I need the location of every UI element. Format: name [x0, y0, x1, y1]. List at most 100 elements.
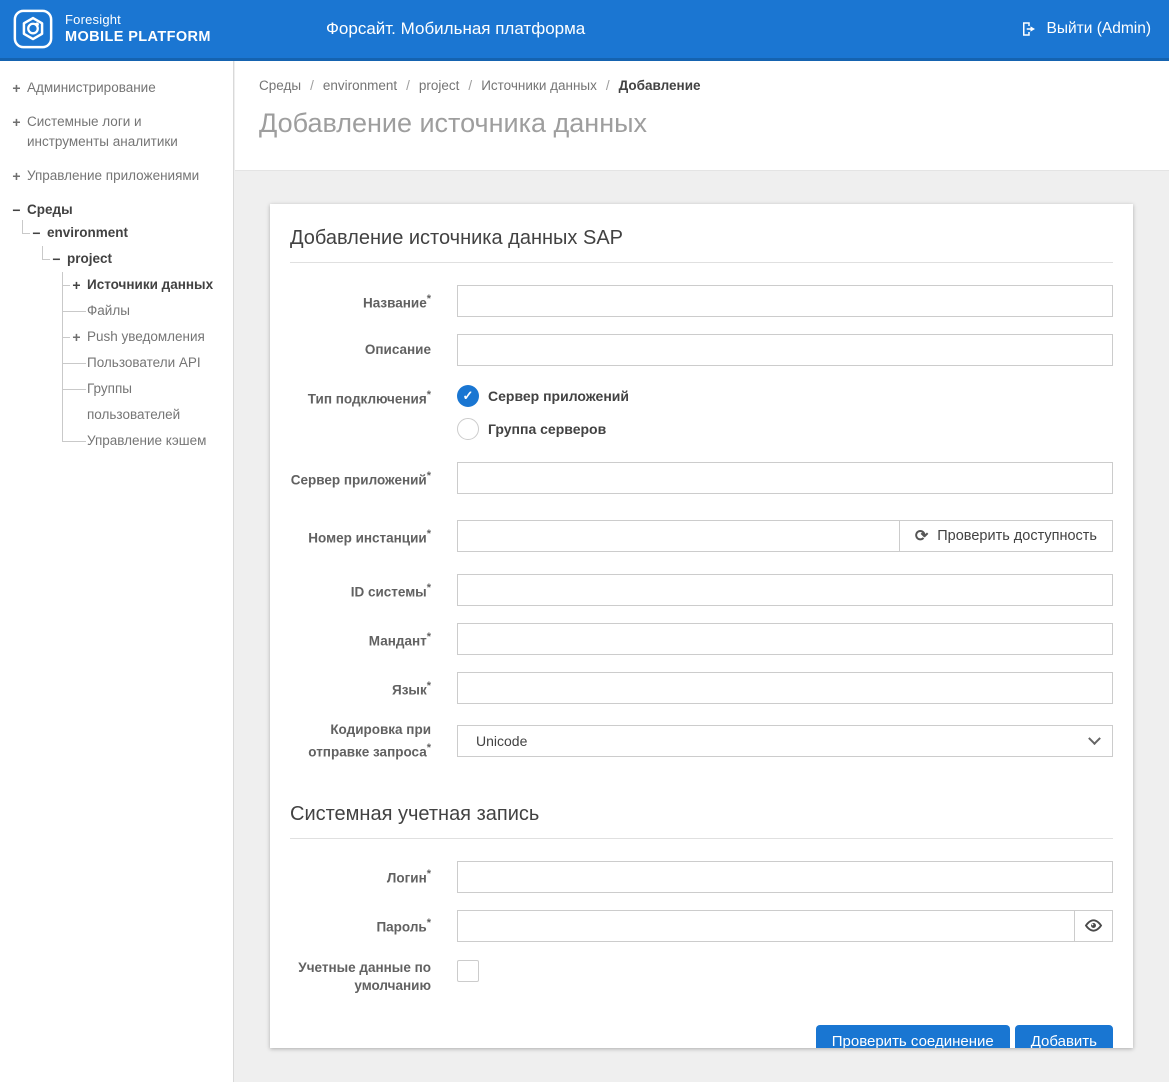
tree-children: + Источники данных Файлы [50, 272, 227, 454]
radio-app-server-label: Сервер приложений [488, 388, 629, 404]
logout-label: Выйти (Admin) [1047, 20, 1151, 38]
instance-number-input[interactable] [457, 520, 900, 552]
show-password-button[interactable] [1074, 910, 1113, 942]
collapse-icon[interactable]: − [30, 220, 43, 246]
name-label-text: Название [363, 295, 427, 310]
app-server-input[interactable] [457, 462, 1113, 494]
tree-row[interactable]: Пользователи API [70, 350, 227, 376]
expand-icon[interactable]: + [70, 324, 83, 350]
expand-icon[interactable]: + [10, 112, 23, 132]
collapse-icon[interactable]: − [50, 246, 63, 272]
encoding-label-text: Кодировка при отправке запроса [308, 722, 431, 760]
tree-row[interactable]: + Управление приложениями [10, 166, 227, 186]
radio-unselected-icon[interactable] [457, 418, 479, 440]
encoding-select[interactable]: Unicode [457, 725, 1113, 757]
tree-row[interactable]: + Push уведомления [70, 324, 227, 350]
breadcrumb-separator: / [310, 78, 314, 93]
name-input[interactable] [457, 285, 1113, 317]
tree-row[interactable]: + Источники данных [70, 272, 227, 298]
required-mark: * [427, 742, 431, 754]
radio-app-server[interactable]: ✓ Сервер приложений [457, 385, 629, 407]
tree-row[interactable]: − Среды [10, 200, 227, 220]
sidebar-item-label: Push уведомления [87, 324, 227, 350]
form-row-login: Логин* [290, 861, 1113, 893]
sidebar-item-label: Системные логи и инструменты аналитики [27, 112, 227, 152]
breadcrumb-data-sources[interactable]: Источники данных [481, 78, 597, 93]
breadcrumb: Среды / environment / project / Источник… [259, 78, 1169, 93]
collapse-icon[interactable]: − [10, 200, 23, 220]
default-credentials-checkbox[interactable] [457, 960, 479, 982]
page-header: Среды / environment / project / Источник… [235, 61, 1169, 171]
sidebar-item-label: Файлы [87, 298, 227, 324]
description-label-text: Описание [365, 342, 431, 357]
encoding-select-value: Unicode [476, 733, 527, 749]
tree-children: − project + Источники данных [30, 246, 227, 454]
radio-server-group[interactable]: Группа серверов [457, 418, 629, 440]
logo-brand-name: Foresight [65, 12, 211, 28]
encoding-label: Кодировка при отправке запроса* [290, 721, 431, 762]
sidebar-item-environment[interactable]: − environment − project [22, 220, 227, 454]
sidebar-item-project[interactable]: − project + Источники данных [42, 246, 227, 454]
sidebar-item-label: environment [47, 220, 227, 246]
connection-type-label: Тип подключения* [290, 383, 431, 409]
required-mark: * [427, 631, 431, 643]
language-input[interactable] [457, 672, 1113, 704]
tree-row[interactable]: Группы пользователей [70, 376, 227, 428]
sidebar-item-cache-management[interactable]: Управление кэшем [62, 428, 227, 454]
sidebar-item-files[interactable]: Файлы [62, 298, 227, 324]
check-availability-label: Проверить доступность [937, 528, 1097, 544]
sidebar-item-api-users[interactable]: Пользователи API [62, 350, 227, 376]
test-connection-button[interactable]: Проверить соединение [816, 1025, 1010, 1049]
sidebar-item-system-logs[interactable]: + Системные логи и инструменты аналитики [2, 112, 227, 152]
sidebar-item-environments[interactable]: − Среды − environment − project [2, 200, 227, 454]
login-input[interactable] [457, 861, 1113, 893]
sidebar-item-user-groups[interactable]: Группы пользователей [62, 376, 227, 428]
form-row-mandant: Мандант* [290, 623, 1113, 655]
sidebar-item-app-management[interactable]: + Управление приложениями [2, 166, 227, 186]
instance-number-label: Номер инстанции* [290, 525, 431, 548]
tree-row[interactable]: + Системные логи и инструменты аналитики [10, 112, 227, 152]
sidebar-item-push-notifications[interactable]: + Push уведомления [62, 324, 227, 350]
form-row-password: Пароль* [290, 910, 1113, 942]
form-row-name: Название* [290, 285, 1113, 317]
expand-icon[interactable]: + [10, 166, 23, 186]
system-id-label-text: ID системы [351, 584, 427, 599]
connection-type-radio-group: ✓ Сервер приложений Группа серверов [457, 383, 629, 440]
breadcrumb-environments[interactable]: Среды [259, 78, 301, 93]
required-mark: * [427, 582, 431, 594]
tree-row[interactable]: Файлы [70, 298, 227, 324]
breadcrumb-environment[interactable]: environment [323, 78, 397, 93]
tree-row[interactable]: + Администрирование [10, 78, 227, 98]
tree-row[interactable]: − environment [30, 220, 227, 246]
tree-row[interactable]: Управление кэшем [70, 428, 227, 454]
system-id-label: ID системы* [290, 579, 431, 602]
tree-row[interactable]: − project [50, 246, 227, 272]
refresh-icon: ⟳ [915, 526, 928, 546]
form-row-description: Описание [290, 334, 1113, 366]
password-label: Пароль* [290, 914, 431, 937]
logout-button[interactable]: Выйти (Admin) [1020, 20, 1151, 38]
app-title: Форсайт. Мобильная платформа [326, 0, 585, 58]
connection-type-label-text: Тип подключения [308, 392, 427, 407]
sidebar-item-data-sources[interactable]: + Источники данных [62, 272, 227, 298]
app-logo[interactable]: Foresight MOBILE PLATFORM [12, 8, 211, 50]
check-availability-button[interactable]: ⟳ Проверить доступность [899, 520, 1113, 552]
radio-selected-icon[interactable]: ✓ [457, 385, 479, 407]
expand-icon[interactable]: + [70, 272, 83, 298]
radio-server-group-label: Группа серверов [488, 421, 606, 437]
sidebar-item-administration[interactable]: + Администрирование [2, 78, 227, 98]
breadcrumb-project[interactable]: project [419, 78, 460, 93]
form-row-connection-type: Тип подключения* ✓ Сервер приложений Гру… [290, 383, 1113, 440]
description-label: Описание [290, 341, 431, 359]
password-input[interactable] [457, 910, 1075, 942]
mandant-input[interactable] [457, 623, 1113, 655]
sidebar-item-label: Источники данных [87, 272, 227, 298]
main-content: Среды / environment / project / Источник… [235, 61, 1169, 1082]
system-id-input[interactable] [457, 574, 1113, 606]
add-button[interactable]: Добавить [1015, 1025, 1113, 1049]
expand-icon[interactable]: + [10, 78, 23, 98]
instance-number-label-text: Номер инстанции [308, 530, 426, 545]
name-label: Название* [290, 290, 431, 313]
logout-icon [1020, 20, 1038, 38]
description-input[interactable] [457, 334, 1113, 366]
